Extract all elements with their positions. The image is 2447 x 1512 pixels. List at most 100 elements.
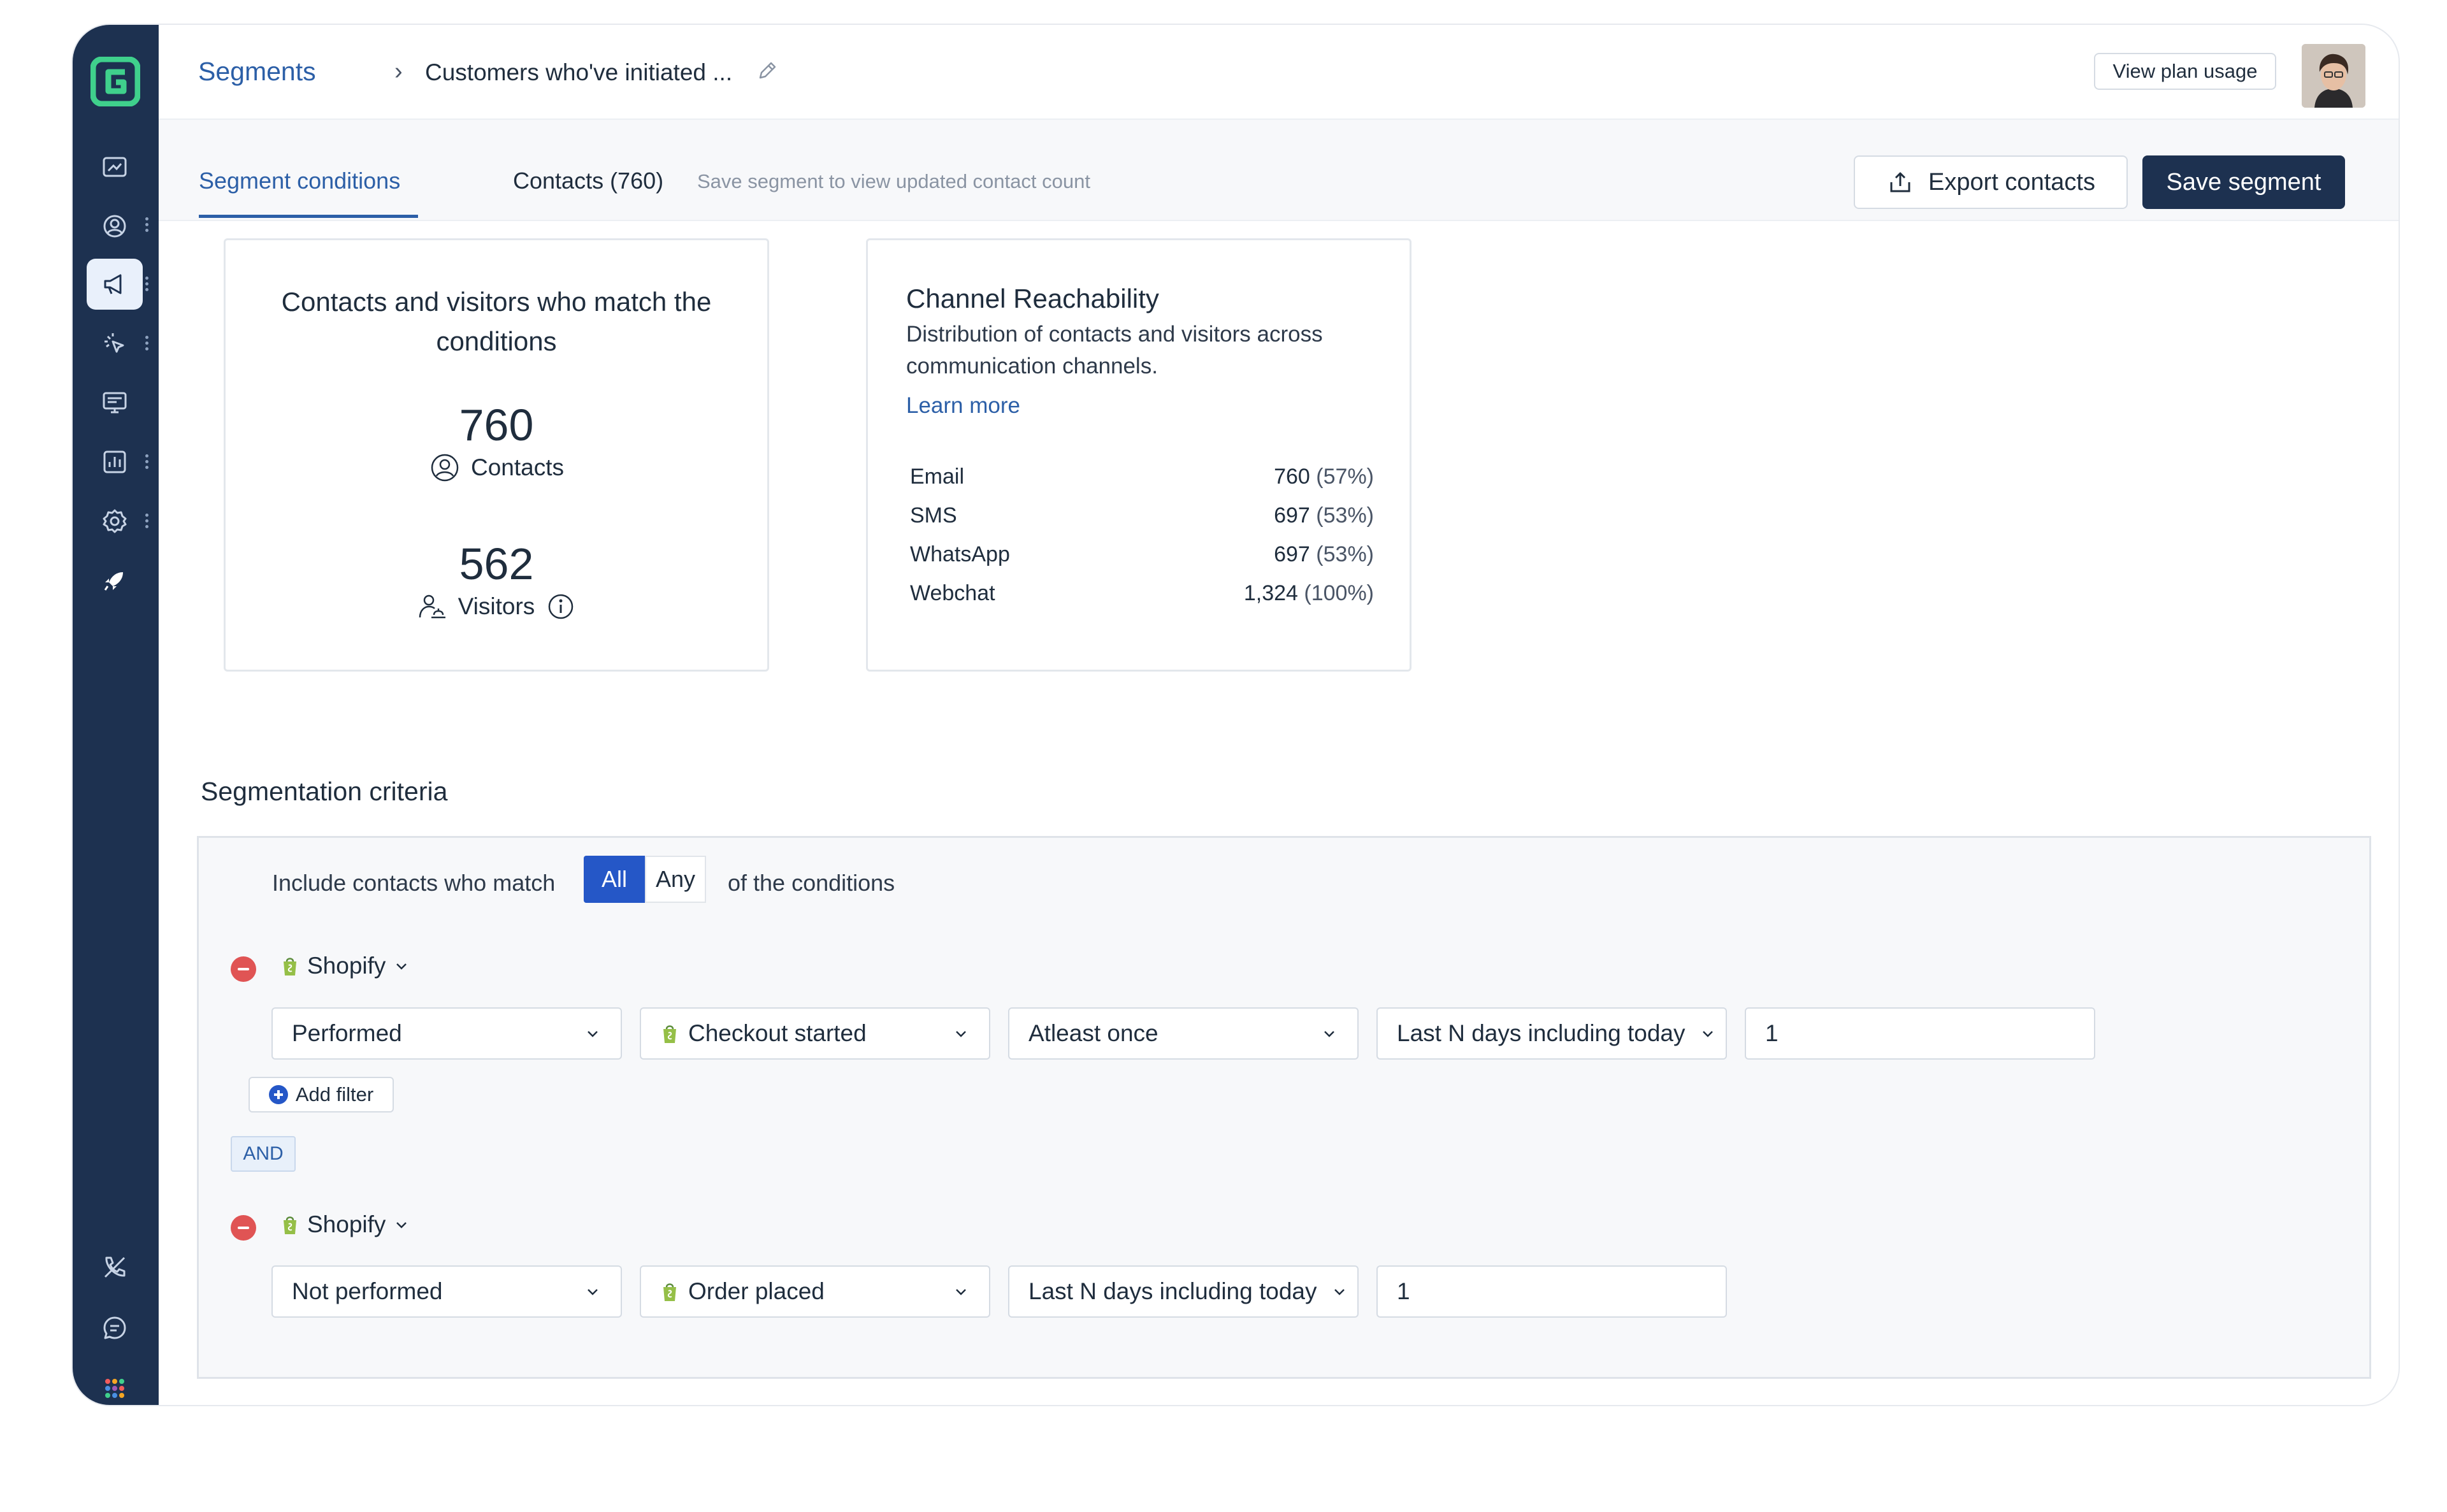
days-value: 1 — [1397, 1278, 1410, 1304]
active-tab-indicator — [199, 215, 418, 218]
top-bar: Segments › Customers who've initiated ..… — [159, 25, 2399, 120]
timeframe-value: Last N days including today — [1397, 1020, 1685, 1046]
source-selector[interactable]: Shopify — [280, 1211, 410, 1238]
plus-icon — [268, 1085, 288, 1104]
channel-count: 697 — [1274, 503, 1310, 528]
sidebar — [73, 25, 159, 1405]
reports-more-icon[interactable] — [145, 453, 150, 471]
view-plan-usage-button[interactable]: View plan usage — [2094, 53, 2276, 90]
content-icon[interactable] — [87, 377, 143, 428]
settings-icon[interactable] — [87, 496, 143, 547]
campaigns-more-icon[interactable] — [145, 275, 150, 293]
channel-percent: (100%) — [1304, 581, 1374, 605]
chevron-down-icon — [1334, 1289, 1345, 1295]
frequency-select[interactable]: Atleast once — [1008, 1007, 1359, 1060]
channel-count: 760 — [1274, 464, 1310, 489]
reachability-row: Email 760 (57%) — [910, 464, 1374, 503]
pencil-icon[interactable] — [754, 58, 780, 83]
campaigns-icon[interactable] — [87, 259, 143, 310]
contacts-more-icon[interactable] — [145, 216, 150, 234]
segmentation-criteria-title: Segmentation criteria — [201, 777, 448, 806]
timeframe-select[interactable]: Last N days including today — [1376, 1007, 1727, 1060]
reachability-row: SMS 697 (53%) — [910, 503, 1374, 542]
channel-value: 760 (57%) — [1274, 464, 1374, 503]
timeframe-select[interactable]: Last N days including today — [1008, 1265, 1359, 1318]
tab-contacts[interactable]: Contacts (760) — [513, 168, 663, 194]
phone-icon[interactable] — [87, 1242, 143, 1293]
days-value: 1 — [1765, 1020, 1779, 1046]
channel-name: WhatsApp — [910, 542, 1010, 566]
dashboard-icon[interactable] — [87, 142, 143, 193]
shopify-icon — [663, 1283, 676, 1301]
channel-percent: (53%) — [1316, 503, 1374, 528]
info-icon[interactable] — [545, 591, 577, 623]
channel-percent: (53%) — [1316, 542, 1374, 566]
add-filter-button[interactable]: Add filter — [249, 1077, 394, 1112]
learn-more-link[interactable]: Learn more — [906, 393, 1020, 419]
channel-count: 1,324 — [1243, 581, 1298, 605]
chevron-down-icon — [956, 1031, 966, 1037]
event-value: Checkout started — [688, 1020, 867, 1046]
channel-value: 697 (53%) — [1274, 542, 1374, 580]
chevron-down-icon — [396, 1222, 407, 1228]
action-value: Performed — [292, 1020, 402, 1046]
chevron-down-icon — [588, 1031, 598, 1037]
segment-name: Customers who've initiated ... — [425, 59, 733, 85]
add-filter-label: Add filter — [295, 1083, 374, 1105]
remove-condition-icon[interactable] — [231, 1215, 256, 1241]
channel-reachability-card: Channel Reachability Distribution of con… — [866, 238, 1411, 672]
rocket-icon[interactable] — [87, 555, 143, 606]
contacts-count-label: Contacts — [226, 452, 767, 484]
remove-condition-icon[interactable] — [231, 956, 256, 982]
match-any-toggle[interactable]: Any — [645, 856, 706, 903]
days-input[interactable]: 1 — [1745, 1007, 2095, 1060]
contacts-icon[interactable] — [87, 201, 143, 252]
contacts-label: Contacts — [470, 454, 564, 480]
avatar[interactable] — [2302, 44, 2365, 108]
contact-icon — [431, 454, 459, 482]
and-operator-badge[interactable]: AND — [231, 1136, 296, 1172]
shopify-icon — [663, 1025, 676, 1043]
apps-grid-icon[interactable] — [87, 1363, 143, 1405]
breadcrumb-separator: › — [394, 58, 403, 85]
tab-segment-conditions[interactable]: Segment conditions — [199, 168, 400, 194]
channel-value: 1,324 (100%) — [1244, 581, 1374, 619]
shopify-icon — [284, 958, 296, 976]
match-summary-title: Contacts and visitors who match the cond… — [281, 287, 712, 356]
event-select[interactable]: Order placed — [640, 1265, 990, 1318]
source-selector[interactable]: Shopify — [280, 953, 410, 979]
visitor-icon — [419, 594, 445, 619]
action-select[interactable]: Performed — [271, 1007, 622, 1060]
event-value: Order placed — [688, 1278, 825, 1304]
visitors-label: Visitors — [458, 593, 535, 619]
export-contacts-button[interactable]: Export contacts — [1854, 155, 2128, 209]
event-select[interactable]: Checkout started — [640, 1007, 990, 1060]
channel-count: 697 — [1274, 542, 1310, 566]
logo-icon[interactable] — [90, 57, 140, 106]
timeframe-value: Last N days including today — [1029, 1278, 1317, 1304]
criteria-panel: Include contacts who match All Any of th… — [197, 836, 2371, 1379]
reachability-row: Webchat 1,324 (100%) — [910, 581, 1374, 619]
channel-name: Email — [910, 464, 965, 489]
tab-bar: Segment conditions Contacts (760) Save s… — [159, 120, 2399, 221]
visitors-count: 562 — [459, 539, 534, 589]
channel-name: Webchat — [910, 581, 995, 605]
visitors-count-label: Visitors — [226, 591, 767, 623]
chat-icon[interactable] — [87, 1302, 143, 1353]
main-content: Segments › Customers who've initiated ..… — [159, 25, 2399, 1405]
channel-name: SMS — [910, 503, 957, 528]
action-select[interactable]: Not performed — [271, 1265, 622, 1318]
days-input[interactable]: 1 — [1376, 1265, 1727, 1318]
automation-more-icon[interactable] — [145, 335, 150, 352]
match-suffix: of the conditions — [728, 870, 895, 896]
automation-icon[interactable] — [87, 318, 143, 369]
shopify-icon — [284, 1216, 296, 1234]
settings-more-icon[interactable] — [145, 512, 150, 530]
reachability-description: Distribution of contacts and visitors ac… — [906, 322, 1323, 378]
breadcrumb-segments-link[interactable]: Segments — [198, 57, 316, 87]
reachability-row: WhatsApp 697 (53%) — [910, 542, 1374, 580]
save-segment-button[interactable]: Save segment — [2142, 155, 2345, 209]
reports-icon[interactable] — [87, 436, 143, 487]
match-all-toggle[interactable]: All — [584, 856, 645, 903]
contact-count-hint: Save segment to view updated contact cou… — [697, 170, 1090, 192]
